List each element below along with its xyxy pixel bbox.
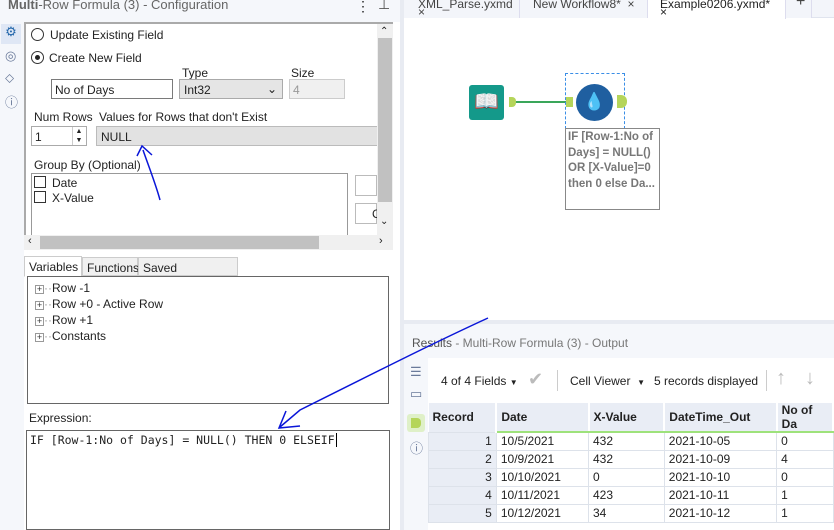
- annotation-arrows: [136, 144, 489, 429]
- arrow-to-expression: [277, 317, 489, 429]
- arrow-to-null-field: [136, 144, 161, 201]
